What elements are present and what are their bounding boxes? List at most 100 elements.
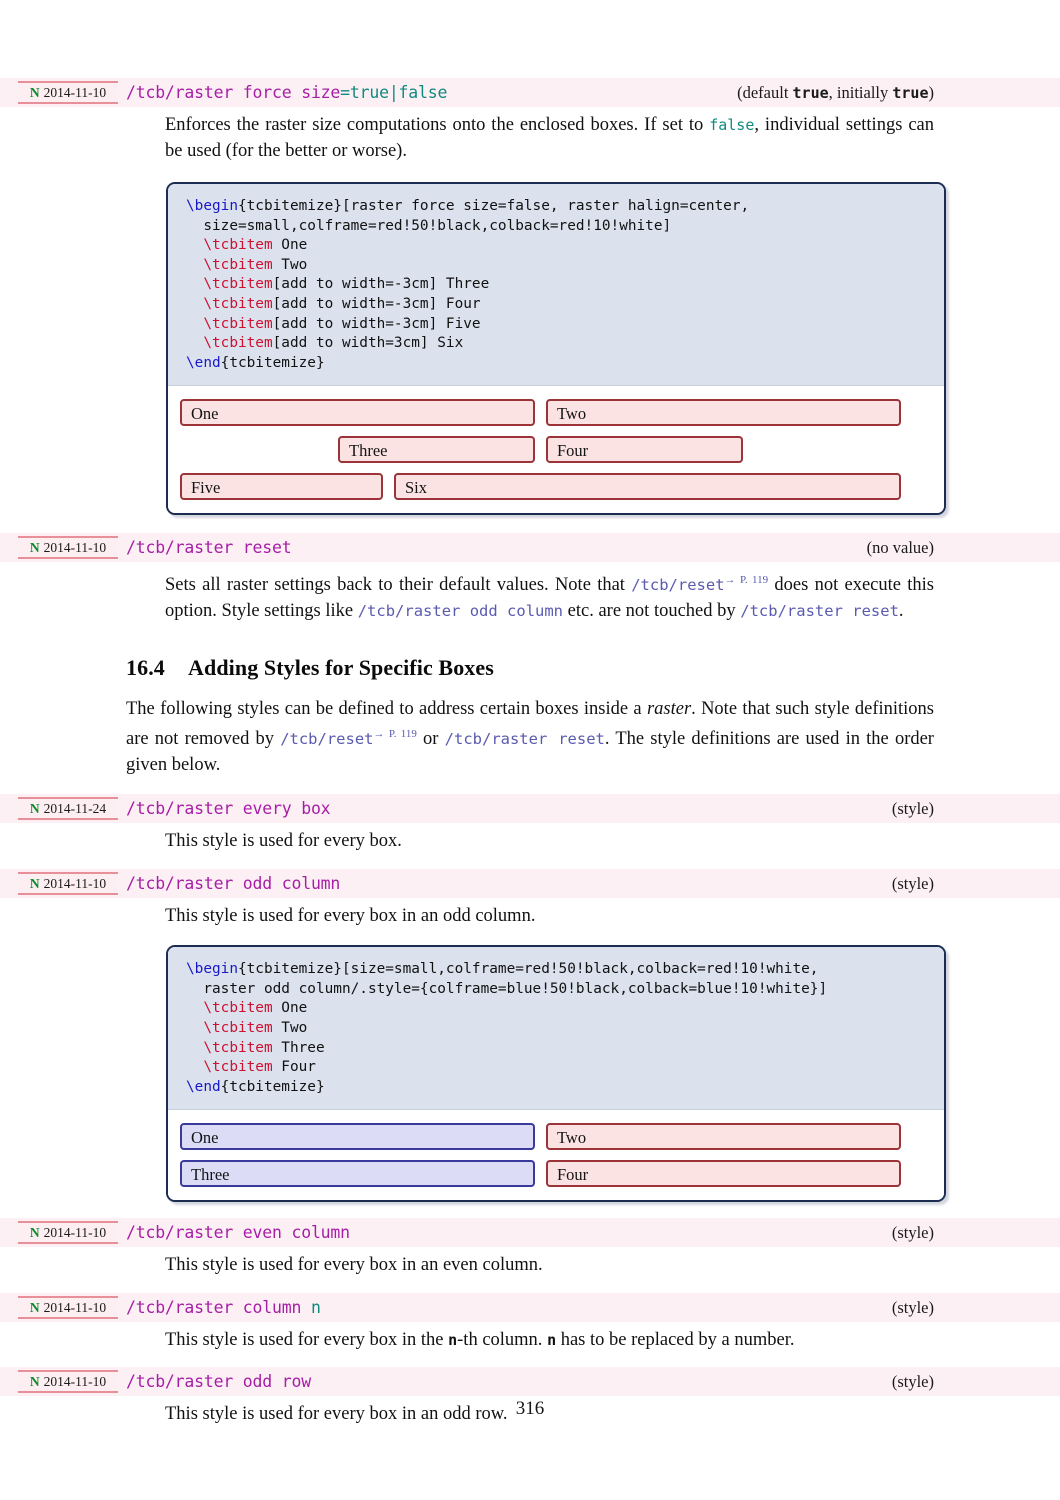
date-badge: N 2014-11-10 [18,1370,118,1394]
xref-raster-reset[interactable]: /tcb/raster reset [740,602,899,620]
desc-part-c: etc. are not touched by [563,601,741,621]
xref-tcb-reset[interactable]: /tcb/reset [280,730,373,748]
code-token: Two [272,256,308,273]
raster-spacer [383,473,394,500]
option-kind-every-box: (style) [891,799,934,819]
option-name-raster-reset: /tcb/raster reset [0,533,867,562]
code-token: [add to width=-3cm] Five [272,315,481,332]
code-token: size=small,colframe=red!50!black,colback… [186,217,672,234]
raster-item-box: Three [338,436,535,464]
code-line: \tcbitem Three [186,1039,928,1059]
option-key: /tcb/raster column [126,1297,311,1317]
xref-raster-odd-column[interactable]: /tcb/raster odd column [358,602,563,620]
date-badge: N 2014-11-24 [18,797,118,821]
option-name-every-box: /tcb/raster every box [0,794,892,823]
date-badge-date: 2014-11-10 [43,875,107,891]
code-token: Four [272,1059,316,1076]
option-kind-odd-column: (style) [891,873,934,893]
xref-tcb-reset[interactable]: /tcb/reset [631,577,724,595]
option-default-force-size: (default true, initially true) [737,78,1060,108]
code-token: \tcbitem [203,1019,273,1036]
code-token: \end [186,354,221,371]
date-badge-new-marker: N [29,1374,40,1390]
section-title: Adding Styles for Specific Boxes [188,654,494,680]
default-suffix: ) [928,83,935,102]
raster-item-box: One [180,399,535,427]
desc-part-a: Enforces the raster size computations on… [165,115,710,135]
code-line: \tcbitem Two [186,1019,928,1039]
raster-item-box: Three [180,1160,535,1188]
option-name-odd-row: /tcb/raster odd row [0,1367,892,1396]
desc-part-a: Sets all raster settings back to their d… [165,575,632,596]
section-number: 16.4 [126,654,165,680]
code-line: raster odd column/.style={colframe=blue!… [186,980,928,1000]
desc-part-a: This style is used for every box in the [165,1329,449,1350]
code-line: \end{tcbitemize} [186,354,928,374]
description-force-size: Enforces the raster size computations on… [0,107,1060,164]
code-token: \tcbitem [203,295,273,312]
default-prefix: (default [737,83,793,102]
para-part-a: The following styles can be defined to a… [126,698,647,719]
raster-spacer [180,436,338,463]
date-badge: N 2014-11-10 [18,1221,118,1245]
default-mid: , initially [828,83,893,102]
desc-part-b: -th column. [457,1329,548,1350]
emph-raster: raster [646,698,692,719]
code-token: \tcbitem [203,335,273,352]
description-column-n: This style is used for every box in the … [0,1322,1060,1354]
code-token: {tcbitemize} [220,1078,325,1095]
raster-item-box: One [180,1123,535,1151]
date-badge-new-marker: N [29,85,40,100]
document-page: N 2014-11-10 /tcb/raster force size=true… [0,0,1060,1500]
raster-spacer [535,399,546,426]
option-key-parameter: n [310,1297,321,1317]
option-kind-even-column: (style) [891,1223,934,1243]
option-key: /tcb/raster odd row [126,1372,311,1392]
option-name-even-column: /tcb/raster even column [0,1218,892,1247]
description-odd-column: This style is used for every box in an o… [165,905,536,926]
code-token: Three [272,1039,325,1056]
example-box-2: \begin{tcbitemize}[size=small,colframe=r… [166,945,946,1203]
example-box-1: \begin{tcbitemize}[raster force size=fal… [166,182,946,516]
section-heading-16-4: 16.4 Adding Styles for Specific Boxes [0,655,1060,681]
code-line: \tcbitem[add to width=-3cm] Five [186,315,928,335]
raster-item-box: Four [546,1160,901,1188]
date-badge-new-marker: N [29,540,40,556]
date-badge-date: 2014-11-10 [43,85,107,100]
option-key: /tcb/raster force size [126,83,341,102]
date-badge-new-marker: N [29,1299,40,1315]
option-entry-column-n: N 2014-11-10 /tcb/raster column n (style… [0,1292,1060,1322]
xref-raster-reset[interactable]: /tcb/raster reset [445,730,605,748]
date-badge-date: 2014-11-10 [43,1299,107,1315]
code-line: \tcbitem[add to width=-3cm] Four [186,295,928,315]
code-token: Two [272,1019,308,1036]
raster-item-box: Two [546,1123,901,1151]
code-line: \tcbitem One [186,236,928,256]
date-badge-new-marker: N [29,1225,40,1241]
code-token: \tcbitem [203,256,273,273]
description-even-column: This style is used for every box in an e… [165,1255,543,1276]
description-raster-reset: Sets all raster settings back to their d… [0,562,1060,624]
code-line: \tcbitem[add to width=-3cm] Three [186,275,928,295]
option-name-odd-column: /tcb/raster odd column [0,869,892,898]
code-token: One [272,237,308,254]
date-badge-date: 2014-11-10 [43,1374,107,1390]
option-name-column-n: /tcb/raster column n [0,1293,892,1322]
xref-page-ref[interactable]: → P. 119 [725,574,769,586]
date-badge: N 2014-11-10 [18,81,118,104]
raster-item-box: Two [546,399,901,427]
code-line: \tcbitem Four [186,1058,928,1078]
para-part-c: or [416,729,445,750]
code-listing-2: \begin{tcbitemize}[size=small,colframe=r… [168,947,944,1111]
code-token: {tcbitemize}[size=small,colframe=red!50!… [237,961,819,978]
raster-row: Three Four [180,1160,932,1188]
date-badge: N 2014-11-10 [18,536,118,560]
default-value-2: true [892,84,929,102]
xref-page-ref[interactable]: → P. 119 [374,728,417,740]
